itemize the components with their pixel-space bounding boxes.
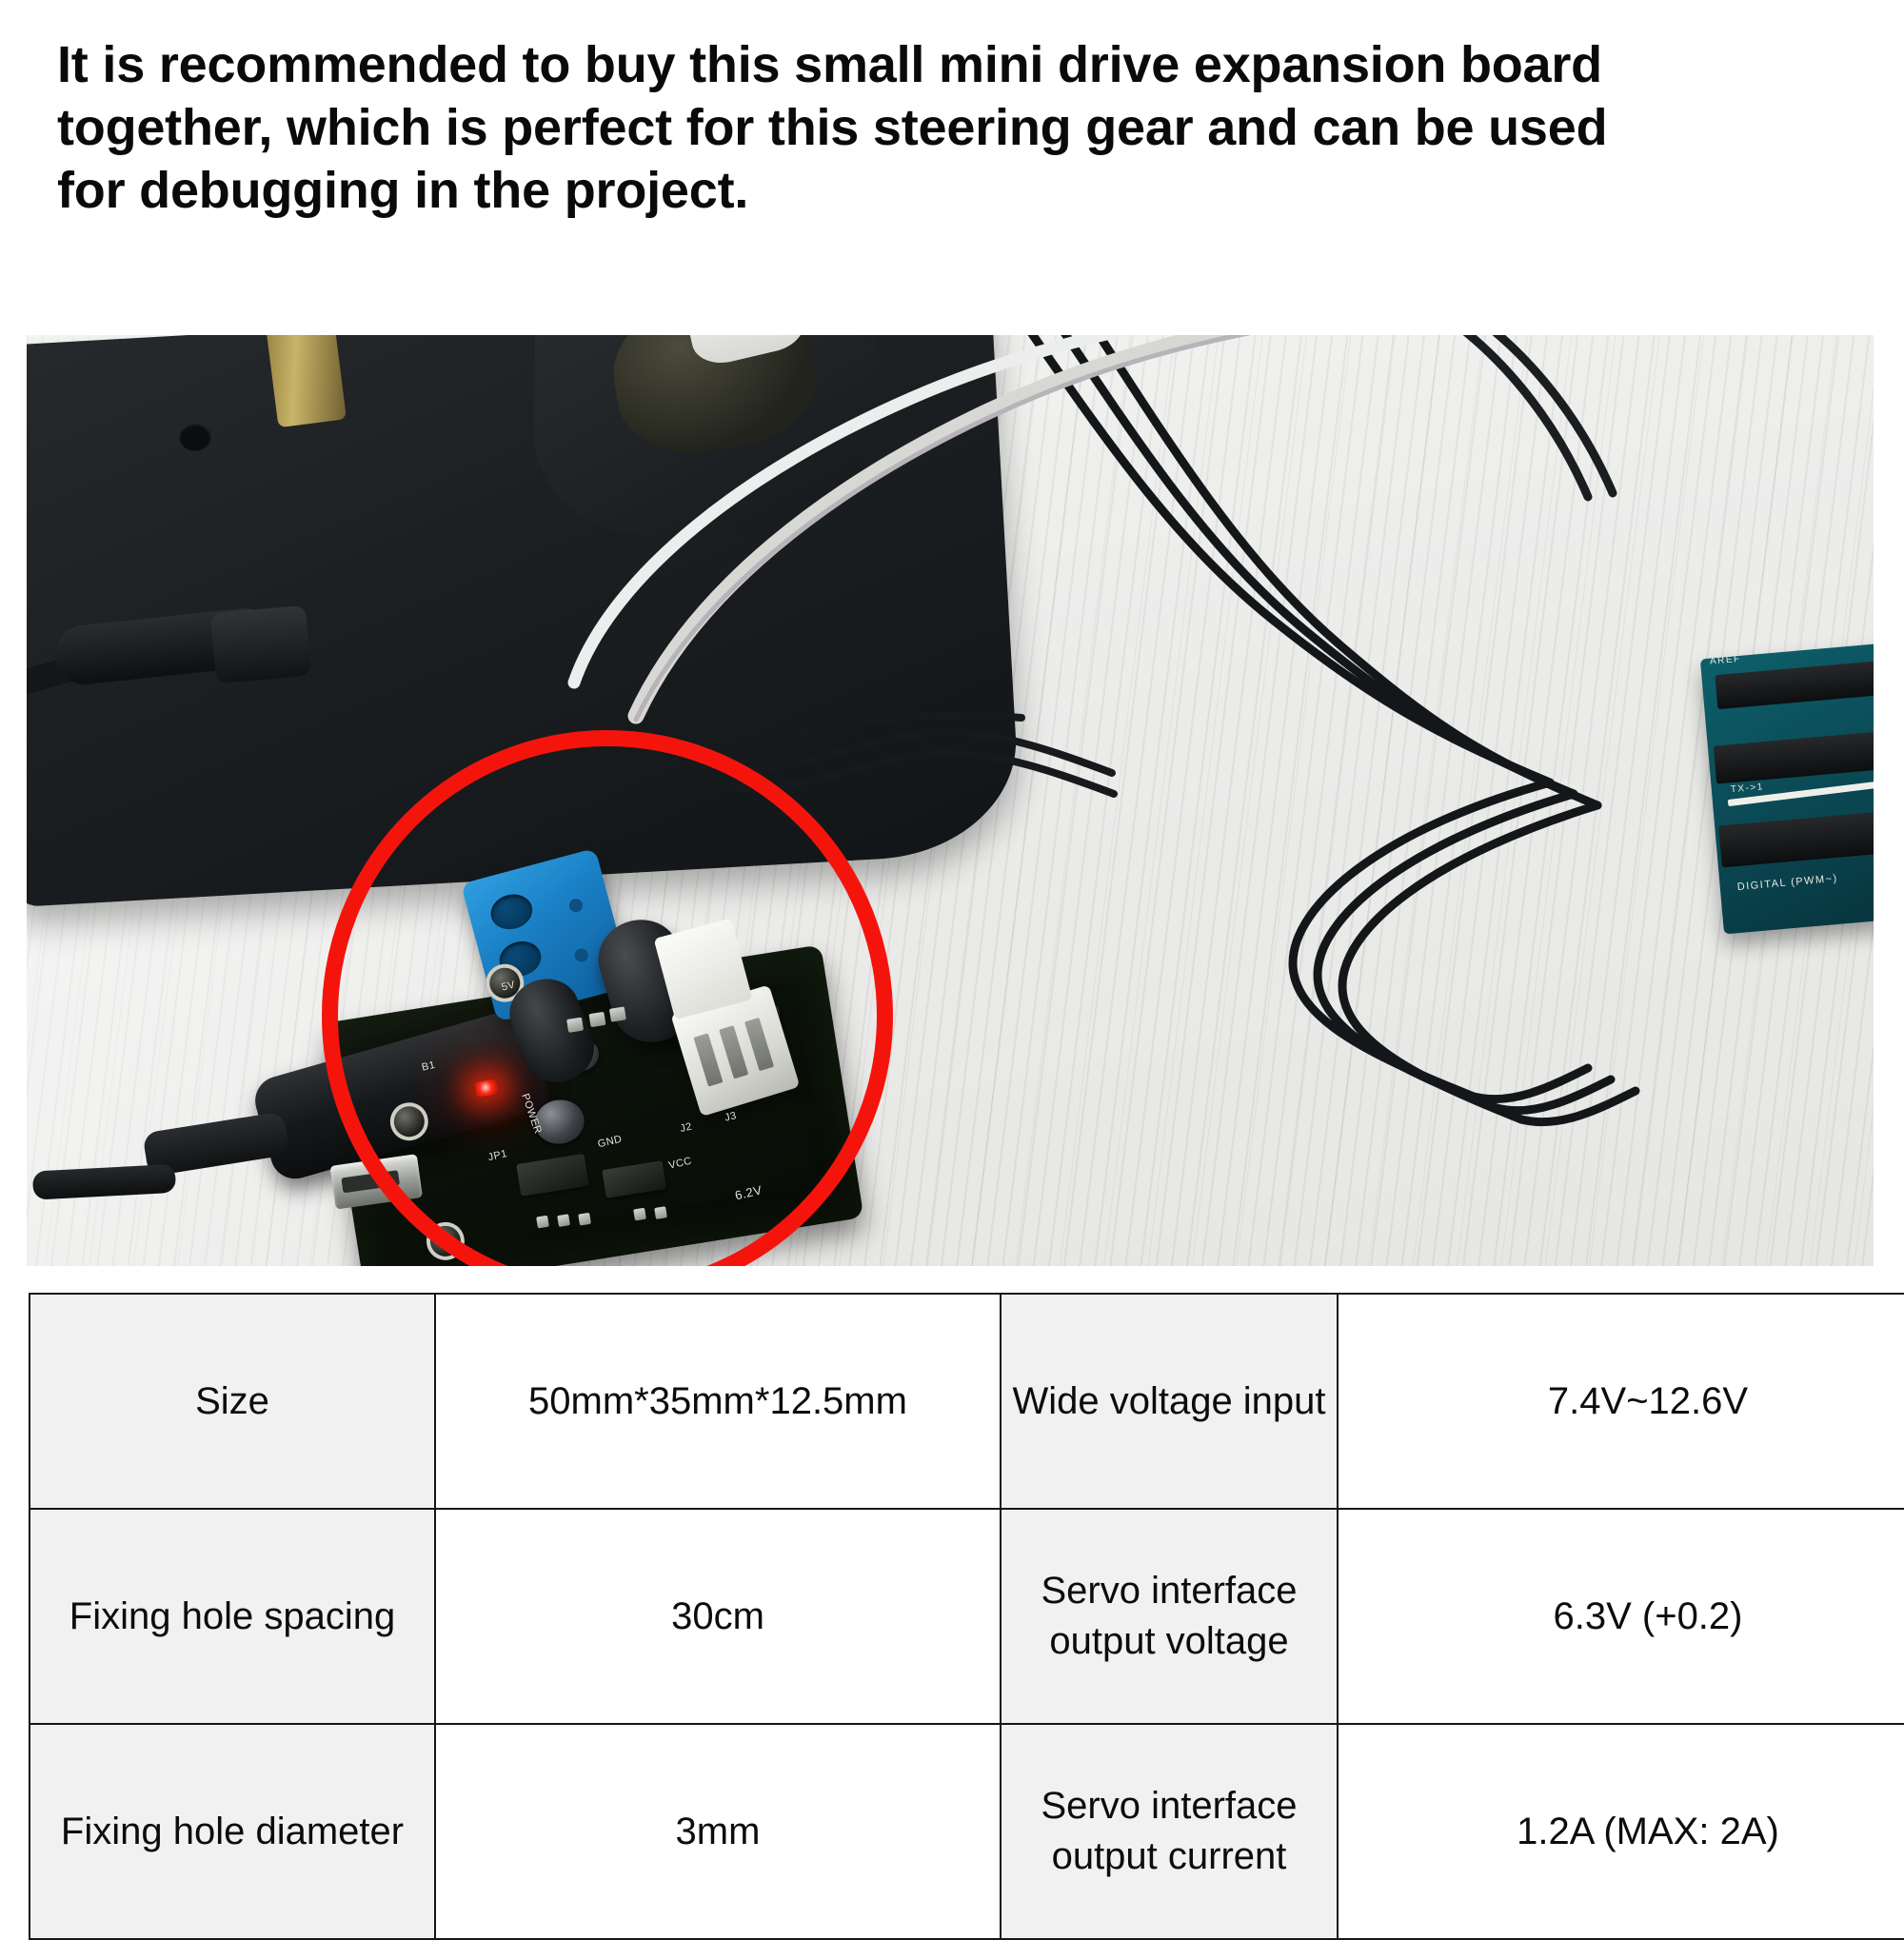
solder-pad xyxy=(578,1212,591,1226)
shield-header-top xyxy=(1715,659,1874,710)
page-title-line-2: together, which is perfect for this stee… xyxy=(57,98,1608,156)
table-row: Fixing hole spacing 30cm Servo interface… xyxy=(29,1508,1904,1725)
silkscreen-gnd: GND xyxy=(596,1133,624,1151)
arduino-shield: AREF TX->1 DIGITAL (PWM~) xyxy=(1699,640,1874,935)
spec-value-servo-output-voltage: 6.3V (+0.2) xyxy=(1337,1508,1904,1725)
spec-label-size: Size xyxy=(29,1293,436,1510)
terminal-screw-1 xyxy=(567,897,585,914)
spec-label-servo-output-current: Servo interface output current xyxy=(1000,1723,1339,1940)
shield-label-pins: TX->1 xyxy=(1730,782,1765,796)
solder-pad xyxy=(633,1207,646,1221)
spec-value-servo-output-current: 1.2A (MAX: 2A) xyxy=(1337,1723,1904,1940)
solder-pad xyxy=(608,1006,626,1022)
page-title-line-1: It is recommended to buy this small mini… xyxy=(57,36,1602,93)
table-row: Fixing hole diameter 3mm Servo interface… xyxy=(29,1723,1904,1940)
terminal-hole-1 xyxy=(486,889,537,934)
ic-chip xyxy=(602,1160,667,1198)
solder-pad xyxy=(654,1206,667,1219)
shield-label-aref: AREF xyxy=(1709,653,1742,667)
page-title: It is recommended to buy this small mini… xyxy=(57,34,1866,223)
specification-table: Size 50mm*35mm*12.5mm Wide voltage input… xyxy=(29,1293,1904,1940)
silkscreen-6-2v: 6.2V xyxy=(733,1182,764,1203)
solder-pad xyxy=(536,1215,549,1229)
mounting-hole xyxy=(424,1218,467,1263)
connector-slot xyxy=(693,1033,724,1087)
solder-pad xyxy=(588,1011,606,1028)
spec-value-fixing-hole-spacing: 30cm xyxy=(434,1508,1002,1725)
spec-label-fixing-hole-diameter: Fixing hole diameter xyxy=(29,1723,436,1940)
solder-pad xyxy=(566,1017,585,1033)
spec-value-fixing-hole-diameter: 3mm xyxy=(434,1723,1002,1940)
page-title-line-3: for debugging in the project. xyxy=(57,161,749,219)
spec-value-size: 50mm*35mm*12.5mm xyxy=(434,1293,1002,1510)
product-detail-page: It is recommended to buy this small mini… xyxy=(0,0,1904,1940)
spec-label-fixing-hole-spacing: Fixing hole spacing xyxy=(29,1508,436,1725)
table-row: Size 50mm*35mm*12.5mm Wide voltage input… xyxy=(29,1293,1904,1510)
connector-slot xyxy=(744,1017,775,1072)
spec-label-servo-output-voltage: Servo interface output voltage xyxy=(1000,1508,1339,1725)
silkscreen-jp1: JP1 xyxy=(486,1147,509,1164)
shield-header-digital xyxy=(1713,728,1874,784)
spec-label-wide-voltage-input: Wide voltage input xyxy=(1000,1293,1339,1510)
ic-chip xyxy=(516,1153,589,1197)
spec-value-wide-voltage-input: 7.4V~12.6V xyxy=(1337,1293,1904,1510)
silkscreen-vcc: VCC xyxy=(667,1155,693,1172)
product-photo: 5V POWER JP1 GND VCC J2 J3 6.2V B1 AREF … xyxy=(27,335,1874,1266)
shield-header-bottom xyxy=(1718,808,1874,868)
solder-pad xyxy=(557,1214,570,1227)
silkscreen-j2: J2 xyxy=(679,1120,694,1136)
shield-label-digital: DIGITAL (PWM~) xyxy=(1736,872,1839,894)
connector-slot xyxy=(719,1025,749,1079)
terminal-screw-2 xyxy=(573,946,590,964)
dc-barrel-plug xyxy=(209,604,312,684)
silkscreen-j3: J3 xyxy=(724,1110,739,1124)
